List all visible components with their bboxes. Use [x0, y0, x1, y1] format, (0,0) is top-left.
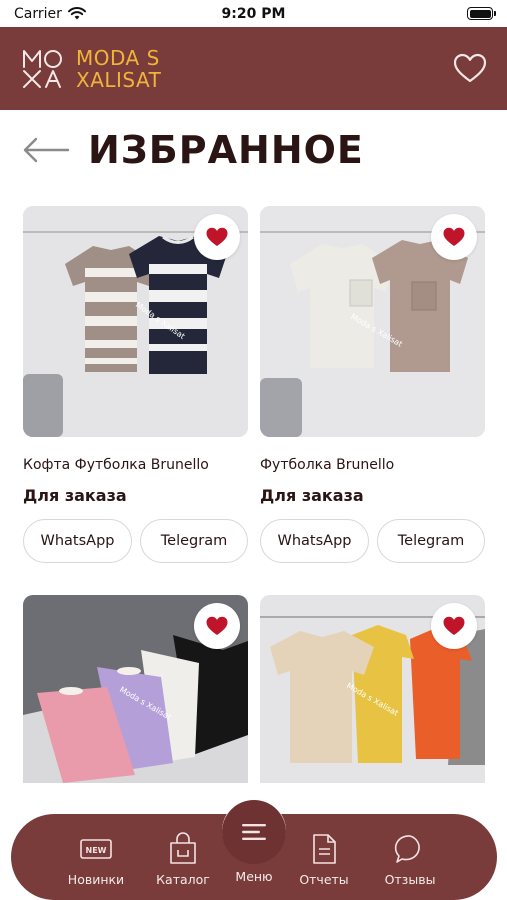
nav-item-reviews[interactable]: Отзывы — [370, 832, 450, 887]
shopping-bag-icon — [170, 832, 196, 864]
whatsapp-button[interactable]: WhatsApp — [260, 519, 369, 563]
carrier-label: Carrier — [14, 5, 62, 22]
page-title: ИЗБРАННОЕ — [88, 128, 364, 172]
status-bar: Carrier 9:20 PM — [0, 0, 507, 27]
nav-label: Отчеты — [299, 872, 349, 887]
chat-bubble-icon — [394, 835, 420, 863]
heart-filled-icon — [206, 227, 228, 246]
order-actions: WhatsApp Telegram — [260, 519, 485, 563]
brand-monogram-icon — [23, 49, 62, 88]
nav-label: Отзывы — [384, 872, 436, 887]
favorite-toggle-button[interactable] — [194, 214, 240, 260]
product-card[interactable]: Moda s Xalisat Футболка Brunello Для зак… — [260, 206, 485, 563]
favorites-heart-icon[interactable] — [453, 52, 487, 86]
heart-filled-icon — [443, 227, 465, 246]
favorite-toggle-button[interactable] — [431, 603, 477, 649]
product-image[interactable]: Moda s Xalisat — [260, 595, 485, 783]
title-row: ИЗБРАННОЕ — [22, 124, 364, 176]
menu-button[interactable] — [222, 800, 286, 864]
telegram-button[interactable]: Telegram — [377, 519, 485, 563]
nav-item-reports[interactable]: Отчеты — [284, 832, 364, 887]
heart-filled-icon — [206, 616, 228, 635]
nav-item-catalog[interactable]: Каталог — [143, 832, 223, 887]
product-image[interactable]: Moda s Xalisat — [23, 206, 248, 437]
brand-name: MODA S XALISAT — [76, 47, 161, 91]
product-card[interactable]: Moda s Xalisat — [23, 595, 248, 783]
nav-label: Новинки — [67, 872, 125, 887]
order-label: Для заказа — [260, 486, 364, 505]
favorite-toggle-button[interactable] — [194, 603, 240, 649]
product-card[interactable]: Moda s Xalisat — [260, 595, 485, 783]
heart-filled-icon — [443, 616, 465, 635]
telegram-button[interactable]: Telegram — [140, 519, 248, 563]
whatsapp-button[interactable]: WhatsApp — [23, 519, 132, 563]
battery-icon — [467, 7, 496, 20]
back-arrow-icon[interactable] — [22, 136, 70, 164]
favorite-toggle-button[interactable] — [431, 214, 477, 260]
product-image[interactable]: Moda s Xalisat — [260, 206, 485, 437]
nav-item-new[interactable]: NEW Новинки — [56, 832, 136, 887]
brand-logo[interactable]: MODA S XALISAT — [22, 47, 161, 91]
wifi-icon — [67, 7, 86, 20]
product-image[interactable]: Moda s Xalisat — [23, 595, 248, 783]
document-icon — [313, 834, 336, 864]
product-card[interactable]: Moda s Xalisat Кофта Футболка Brunello Д… — [23, 206, 248, 563]
new-badge-icon: NEW — [80, 839, 112, 859]
product-name[interactable]: Кофта Футболка Brunello — [23, 457, 248, 475]
brand-name-line1: MODA S — [76, 45, 160, 70]
product-name[interactable]: Футболка Brunello — [260, 457, 485, 475]
nav-label: Каталог — [156, 872, 210, 887]
new-badge-text: NEW — [86, 846, 107, 855]
favorites-screen: Carrier 9:20 PM MODA S XALISAT ИЗБРАННОЕ… — [0, 0, 507, 900]
menu-icon — [242, 824, 266, 840]
app-header: MODA S XALISAT — [0, 27, 507, 110]
bottom-nav: NEW Новинки Каталог Меню Отчеты Отзывы — [11, 800, 497, 900]
nav-label-menu[interactable]: Меню — [214, 869, 294, 884]
order-actions: WhatsApp Telegram — [23, 519, 248, 563]
order-label: Для заказа — [23, 486, 127, 505]
status-left: Carrier — [14, 6, 86, 22]
brand-name-line2: XALISAT — [76, 67, 162, 92]
